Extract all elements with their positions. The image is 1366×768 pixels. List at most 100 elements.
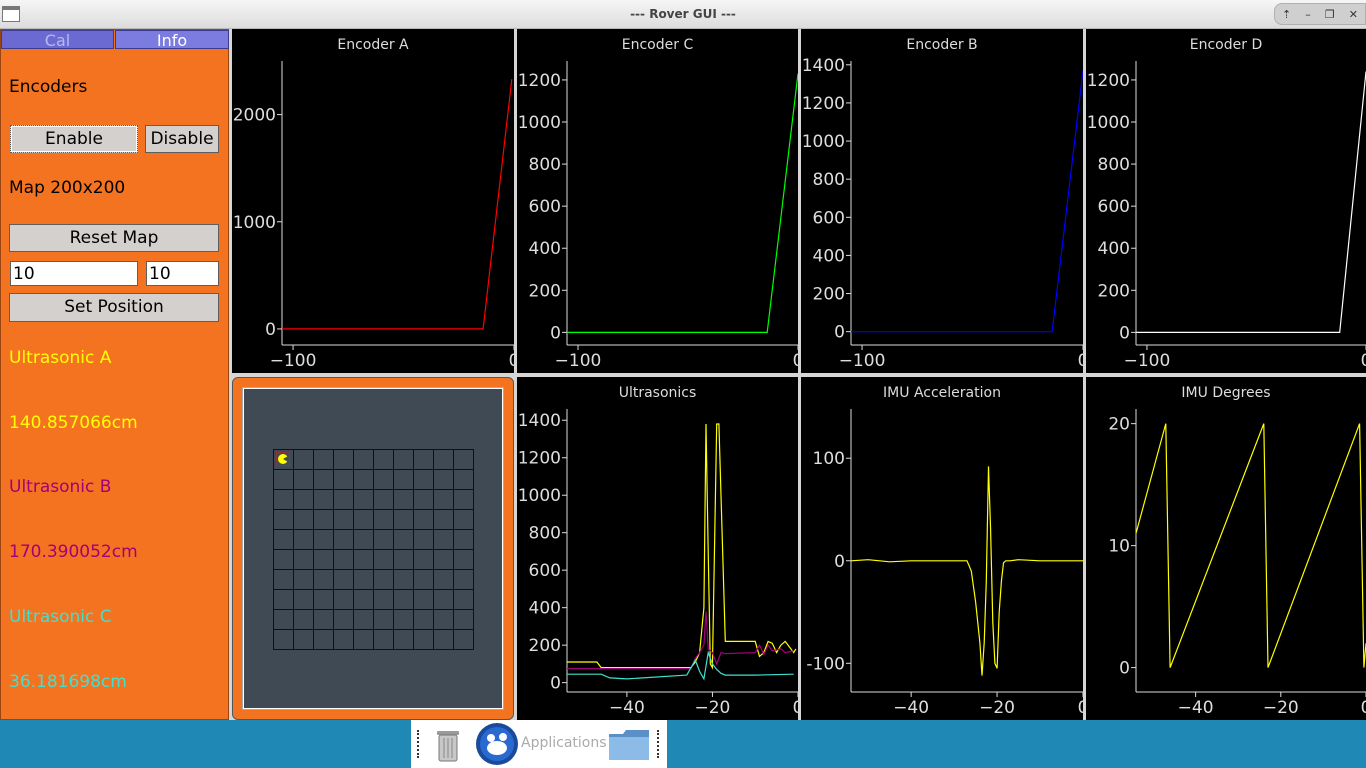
map-cell	[294, 590, 314, 610]
y-tick-label: 1000	[802, 132, 845, 152]
y-tick-label: 20	[1108, 415, 1130, 435]
map-cell	[414, 490, 434, 510]
map-cell	[334, 490, 354, 510]
y-tick-label: 600	[529, 561, 561, 581]
map-cell	[334, 470, 354, 490]
map-cell	[314, 530, 334, 550]
map-cell	[374, 610, 394, 630]
map-cell	[374, 470, 394, 490]
folder-icon[interactable]	[607, 728, 651, 762]
x-tick-label: −20	[694, 698, 730, 718]
y-tick-label: 600	[529, 197, 561, 217]
y-tick-label: 1200	[518, 449, 561, 469]
series-line	[567, 423, 797, 670]
window-title: --- Rover GUI ---	[630, 7, 736, 21]
title-bar[interactable]: --- Rover GUI --- ⇡ – ❐ ✕	[0, 0, 1366, 29]
map-cell	[314, 630, 334, 650]
map-cell	[274, 590, 294, 610]
map-cell	[354, 490, 374, 510]
map-cell	[414, 610, 434, 630]
y-tick-label: 1000	[518, 113, 561, 133]
map-canvas[interactable]	[242, 387, 504, 710]
chart-svg: Ultrasonics 0 200 400 600 800 1000 1200 1400 −40 −…	[518, 385, 798, 718]
map-cell	[374, 530, 394, 550]
window-controls: ⇡ – ❐ ✕	[1274, 3, 1366, 25]
series-line	[850, 466, 1083, 676]
chart-svg: Encoder C 0 200 400 600 800 1000 1200 −100 0	[518, 37, 798, 371]
x-tick-label: −20	[1263, 698, 1299, 718]
encoders-heading: Encoders	[9, 77, 88, 97]
y-tick-label: 0	[834, 323, 845, 343]
y-tick-label: 600	[1098, 197, 1130, 217]
position-x-input[interactable]	[10, 261, 138, 286]
imu-degrees-chart: IMU Degrees 0 10 20 −40 −20 0	[1086, 377, 1366, 720]
y-tick-label: 200	[529, 281, 561, 301]
map-cell	[414, 510, 434, 530]
map-cell	[294, 470, 314, 490]
position-y-input[interactable]	[146, 261, 219, 286]
map-cell	[274, 490, 294, 510]
tab-cal[interactable]: Cal	[1, 30, 114, 50]
map-cell	[454, 490, 474, 510]
map-cell	[354, 570, 374, 590]
ultrasonic-c-label: Ultrasonic C	[9, 607, 112, 627]
chart-svg: Encoder B 0 200 400 600 800 1000 1200 1400 −100 0	[802, 37, 1083, 371]
y-tick-label: 400	[529, 599, 561, 619]
ultrasonic-b-value: 170.390052cm	[9, 542, 138, 562]
map-cell	[274, 530, 294, 550]
chart-svg: Encoder D 0 200 400 600 800 1000 1200 −100 0	[1087, 37, 1366, 371]
y-tick-label: 0	[834, 552, 845, 572]
x-tick-label: −40	[609, 698, 645, 718]
map-cell	[394, 550, 414, 570]
dock: Applications	[411, 720, 667, 768]
map-cell	[354, 470, 374, 490]
rover-marker-icon	[276, 452, 290, 466]
map-cell	[394, 490, 414, 510]
x-tick-label: 0	[793, 698, 798, 718]
map-cell	[454, 450, 474, 470]
shade-icon[interactable]: ⇡	[1282, 8, 1291, 21]
dock-handle-left[interactable]	[417, 730, 421, 758]
map-cell	[414, 530, 434, 550]
enable-button[interactable]: Enable	[10, 125, 138, 153]
trash-icon[interactable]	[431, 727, 465, 763]
map-cell	[454, 550, 474, 570]
map-cell	[334, 530, 354, 550]
encoder-d-chart: Encoder D 0 200 400 600 800 1000 1200 −100 0	[1086, 29, 1366, 373]
map-cell	[414, 470, 434, 490]
map-cell	[454, 590, 474, 610]
x-tick-label: −100	[1124, 351, 1171, 371]
map-cell	[334, 590, 354, 610]
applications-label[interactable]: Applications	[521, 735, 607, 751]
set-position-button[interactable]: Set Position	[9, 293, 219, 322]
map-cell	[394, 530, 414, 550]
series-line	[1135, 423, 1366, 668]
applications-menu-icon[interactable]	[475, 722, 519, 766]
dock-handle-right[interactable]	[657, 730, 661, 758]
map-cell	[314, 570, 334, 590]
map-cell	[394, 470, 414, 490]
maximize-icon[interactable]: ❐	[1325, 8, 1335, 21]
tab-info[interactable]: Info	[115, 30, 229, 50]
map-cell	[394, 570, 414, 590]
map-heading: Map 200x200	[9, 178, 126, 198]
encoder-a-chart: Encoder A 0 1000 2000 −100 0	[232, 29, 514, 373]
map-cell	[334, 510, 354, 530]
x-tick-label: 0	[1361, 698, 1366, 718]
y-tick-label: 1000	[233, 213, 276, 233]
map-cell	[314, 450, 334, 470]
map-panel	[232, 377, 514, 720]
y-tick-label: 0	[550, 674, 561, 694]
close-icon[interactable]: ✕	[1349, 8, 1358, 21]
y-tick-label: 800	[529, 155, 561, 175]
map-cell	[294, 630, 314, 650]
y-tick-label: 0	[265, 320, 276, 340]
y-tick-label: 1000	[518, 486, 561, 506]
x-tick-label: −20	[979, 698, 1015, 718]
disable-button[interactable]: Disable	[145, 125, 219, 153]
map-cell	[314, 470, 334, 490]
reset-map-button[interactable]: Reset Map	[9, 224, 219, 252]
map-cell	[294, 490, 314, 510]
series-line	[282, 79, 513, 330]
minimize-icon[interactable]: –	[1305, 8, 1311, 21]
